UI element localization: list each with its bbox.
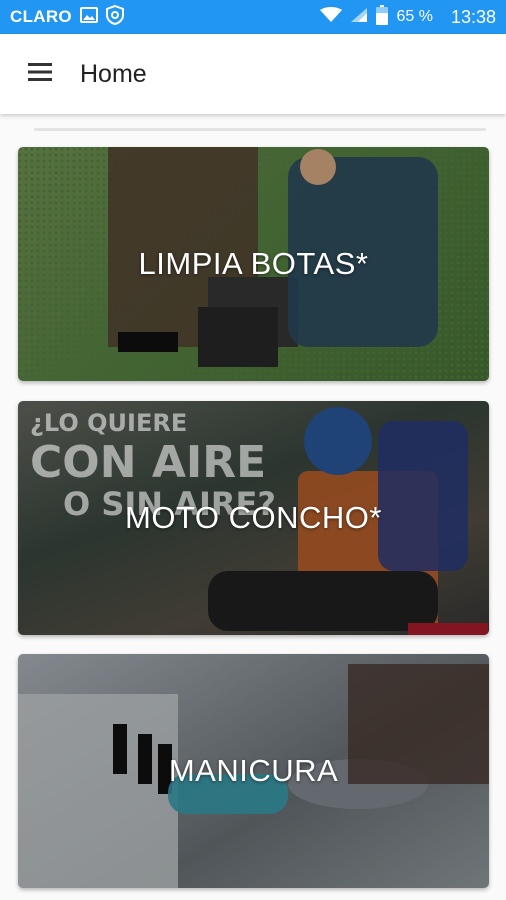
shield-icon [105, 4, 124, 30]
card-limpia-botas[interactable]: LIMPIA BOTAS* [18, 147, 489, 381]
carrier-name: CLARO [10, 7, 72, 26]
clock: 13:38 [450, 6, 496, 27]
card-title: MANICURA [168, 753, 339, 788]
ad-text-line1: ¿LO QUIERE [30, 409, 188, 437]
menu-button[interactable] [0, 34, 80, 114]
card-manicura[interactable]: MANICURA [18, 654, 489, 888]
page-title: Home [80, 59, 147, 88]
card-title: LIMPIA BOTAS* [138, 246, 369, 281]
list-top-divider [34, 128, 486, 131]
battery-percent: 65 % [396, 8, 433, 25]
card-moto-concho[interactable]: ¿LO QUIERE CON AIRE O SIN AIRE? MOTO CON… [18, 401, 489, 635]
app-bar: Home [0, 34, 506, 114]
card-title: MOTO CONCHO* [125, 500, 382, 535]
image-notification-icon [79, 6, 98, 28]
hamburger-menu-icon [28, 62, 52, 86]
signal-icon [350, 7, 368, 28]
battery-icon [376, 4, 389, 30]
wifi-icon [320, 6, 343, 28]
status-bar: CLARO 65 % 13:38 [0, 0, 506, 34]
ad-text-line2: CON AIRE [30, 437, 267, 488]
